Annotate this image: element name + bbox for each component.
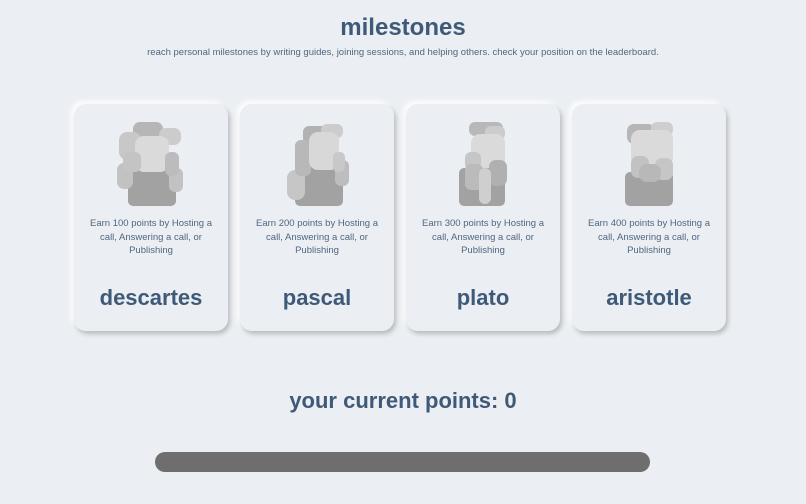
milestone-name: aristotle xyxy=(606,285,692,310)
bust-descartes-icon xyxy=(117,122,183,206)
milestone-description: Earn 400 points by Hosting a call, Answe… xyxy=(588,218,710,256)
milestone-name: pascal xyxy=(282,285,352,310)
bust-aristotle-icon xyxy=(625,122,673,206)
milestone-cards: Earn 100 points by Hosting a call, Answe… xyxy=(74,104,734,334)
milestone-description: Earn 100 points by Hosting a call, Answe… xyxy=(90,218,212,256)
bust-plato-icon xyxy=(459,122,507,206)
points-progress-bar xyxy=(155,452,650,472)
milestone-card-aristotle[interactable]: Earn 400 points by Hosting a call, Answe… xyxy=(572,104,726,331)
milestone-name: descartes xyxy=(99,285,203,310)
bust-pascal-icon xyxy=(287,124,349,206)
current-points-label: your current points: 0 xyxy=(289,388,517,413)
milestone-card-pascal[interactable]: Earn 200 points by Hosting a call, Answe… xyxy=(240,104,394,331)
milestone-description: Earn 200 points by Hosting a call, Answe… xyxy=(256,218,378,256)
milestone-description: Earn 300 points by Hosting a call, Answe… xyxy=(422,218,544,256)
page-subtitle: reach personal milestones by writing gui… xyxy=(147,47,659,58)
milestone-name: plato xyxy=(456,285,510,310)
milestone-card-descartes[interactable]: Earn 100 points by Hosting a call, Answe… xyxy=(74,104,228,331)
milestone-card-plato[interactable]: Earn 300 points by Hosting a call, Answe… xyxy=(406,104,560,331)
page-title: milestones xyxy=(340,14,466,41)
